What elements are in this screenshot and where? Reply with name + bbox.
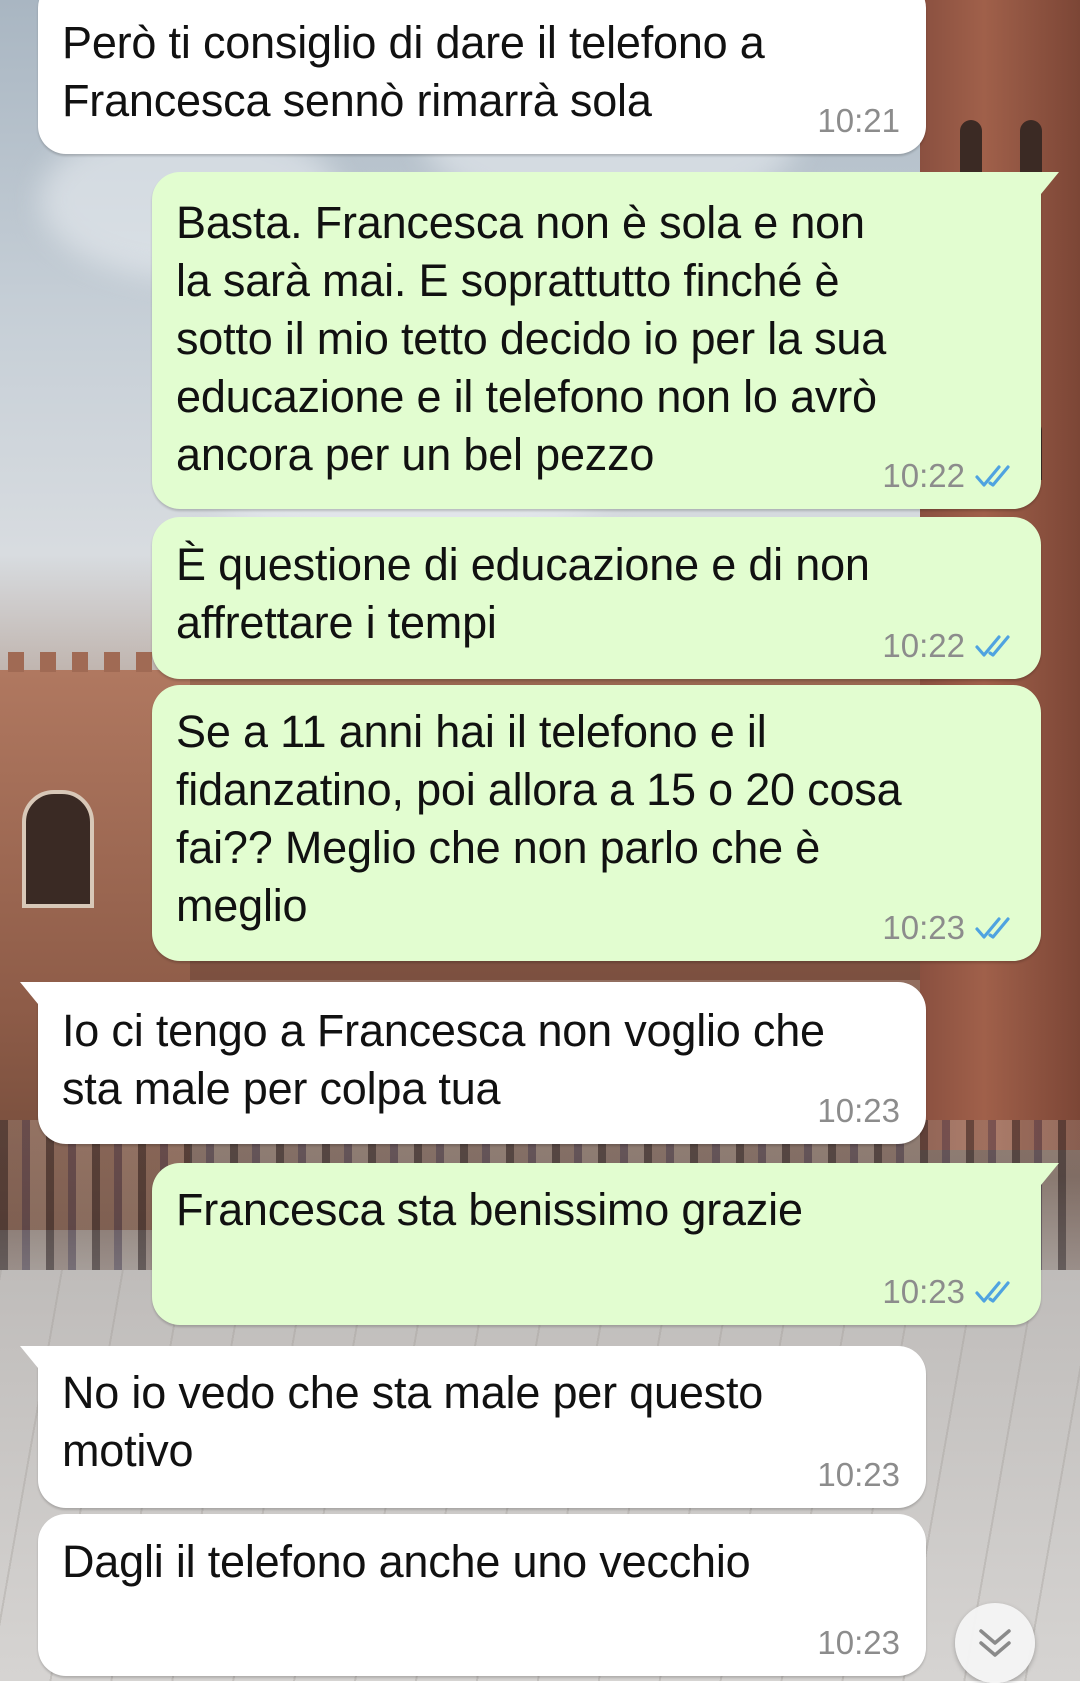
chevron-down-icon	[979, 1629, 1011, 1657]
message-time: 10:23	[817, 1092, 900, 1129]
message-incoming[interactable]: No io vedo che sta male per questo motiv…	[20, 1346, 926, 1508]
message-outgoing[interactable]: Se a 11 anni hai il telefono e il fidanz…	[152, 685, 1041, 961]
message-incoming[interactable]: Dagli il telefono anche uno vecchio 10:2…	[38, 1514, 926, 1676]
message-time: 10:23	[882, 1273, 965, 1310]
message-incoming[interactable]: Io ci tengo a Francesca non voglio che s…	[20, 982, 926, 1144]
scroll-to-bottom-button[interactable]	[955, 1603, 1035, 1683]
message-text: Però ti consiglio di dare il telefono a …	[62, 17, 765, 126]
message-outgoing[interactable]: È questione di educazione e di non affre…	[152, 517, 1041, 679]
message-text: Se a 11 anni hai il telefono e il fidanz…	[176, 706, 902, 931]
double-check-icon	[975, 917, 1010, 939]
message-outgoing[interactable]: Basta. Francesca non è sola e non la sar…	[152, 172, 1059, 509]
double-check-icon	[975, 635, 1010, 657]
message-incoming[interactable]: Però ti consiglio di dare il telefono a …	[38, 0, 926, 154]
message-list[interactable]: Però ti consiglio di dare il telefono a …	[0, 0, 1080, 1683]
double-check-icon	[975, 1281, 1010, 1303]
message-time: 10:23	[882, 909, 965, 946]
message-outgoing[interactable]: Francesca sta benissimo grazie 10:23	[152, 1163, 1059, 1325]
message-text: Basta. Francesca non è sola e non la sar…	[176, 197, 887, 480]
message-text: Francesca sta benissimo grazie	[176, 1184, 803, 1235]
message-text: No io vedo che sta male per questo motiv…	[62, 1367, 764, 1476]
message-time: 10:22	[882, 457, 965, 494]
message-time: 10:23	[817, 1624, 900, 1661]
message-time: 10:22	[882, 627, 965, 664]
message-time: 10:23	[817, 1456, 900, 1493]
double-check-icon	[975, 465, 1010, 487]
message-text: Io ci tengo a Francesca non voglio che s…	[62, 1005, 825, 1114]
message-text: Dagli il telefono anche uno vecchio	[62, 1536, 751, 1587]
message-time: 10:21	[817, 102, 900, 139]
